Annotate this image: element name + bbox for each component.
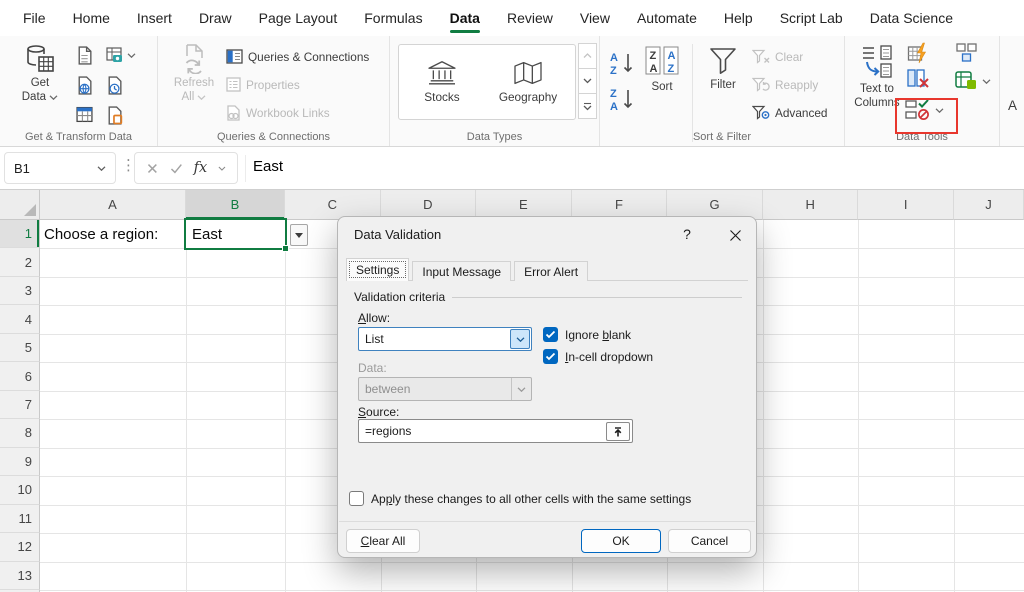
clear-all-button[interactable]: Clear All <box>346 529 420 553</box>
help-button[interactable]: ? <box>678 225 696 243</box>
dialog-title: Data Validation <box>354 227 441 242</box>
source-input[interactable]: =regions <box>358 419 633 443</box>
clear-all-label: Clear All <box>361 534 406 548</box>
row-header-3[interactable]: 3 <box>0 277 40 305</box>
allow-value: List <box>359 332 510 346</box>
row-header-6[interactable]: 6 <box>0 362 40 390</box>
gridline <box>40 590 1024 591</box>
ok-button[interactable]: OK <box>581 529 661 553</box>
allow-combobox[interactable]: List <box>358 327 532 351</box>
row-header-7[interactable]: 7 <box>0 391 40 419</box>
chevron-down-icon <box>517 387 526 392</box>
gridline <box>763 220 764 592</box>
source-value: =regions <box>365 424 411 438</box>
row-header-2[interactable]: 2 <box>0 248 40 276</box>
gridline <box>858 220 859 592</box>
data-validation-dialog: Data Validation ? SettingsInput MessageE… <box>337 216 757 558</box>
apply-to-all-checkbox[interactable] <box>349 491 364 506</box>
data-value: between <box>359 382 511 396</box>
ok-label: OK <box>612 534 629 548</box>
gridline <box>285 220 286 592</box>
source-label: Source: <box>358 405 399 419</box>
row-header-9[interactable]: 9 <box>0 448 40 476</box>
apply-to-all-option[interactable]: Apply these changes to all other cells w… <box>349 491 691 506</box>
fill-handle[interactable] <box>282 245 289 252</box>
row-header-1[interactable]: 1 <box>0 220 40 248</box>
cell-b1-selected[interactable]: East <box>184 218 287 250</box>
cancel-label: Cancel <box>691 534 728 548</box>
in-cell-dropdown-label: In-cell dropdown <box>565 350 653 364</box>
tab-error-alert[interactable]: Error Alert <box>514 261 588 281</box>
close-button[interactable] <box>726 226 744 244</box>
tab-input-message[interactable]: Input Message <box>412 261 511 281</box>
data-validation-highlight-box <box>895 98 958 134</box>
section-title: Validation criteria <box>354 290 445 304</box>
row-header-11[interactable]: 11 <box>0 505 40 533</box>
column-header-a[interactable]: A <box>40 190 186 220</box>
column-header-h[interactable]: H <box>763 190 859 220</box>
chevron-down-icon <box>516 337 525 342</box>
combo-arrow[interactable] <box>510 329 530 349</box>
cancel-button[interactable]: Cancel <box>668 529 751 553</box>
column-header-j[interactable]: J <box>954 190 1024 220</box>
collapse-dialog-button[interactable] <box>606 422 630 441</box>
gridline <box>954 220 955 592</box>
dialog-tabs: SettingsInput MessageError Alert <box>346 258 591 281</box>
section-rule <box>452 297 742 298</box>
footer-divider <box>339 521 755 522</box>
row-header-12[interactable]: 12 <box>0 533 40 561</box>
row-header-10[interactable]: 10 <box>0 476 40 504</box>
in-cell-dropdown-button[interactable] <box>290 224 308 246</box>
cell-b1-value: East <box>192 226 222 243</box>
data-label: Data: <box>358 361 387 375</box>
combo-arrow <box>511 378 531 400</box>
column-header-i[interactable]: I <box>858 190 954 220</box>
row-header-4[interactable]: 4 <box>0 305 40 333</box>
allow-label: Allow: <box>358 311 390 325</box>
gridline <box>186 220 187 592</box>
collapse-arrow-icon <box>612 426 624 438</box>
column-header-b[interactable]: B <box>186 190 285 220</box>
ignore-blank-option[interactable]: Ignore blank <box>543 327 631 342</box>
in-cell-dropdown-option[interactable]: In-cell dropdown <box>543 349 653 364</box>
check-icon <box>545 352 556 361</box>
row-header-5[interactable]: 5 <box>0 334 40 362</box>
close-icon <box>729 229 742 242</box>
ignore-blank-checkbox[interactable] <box>543 327 558 342</box>
row-header-8[interactable]: 8 <box>0 419 40 447</box>
tab-settings[interactable]: Settings <box>346 258 409 281</box>
cell-a1[interactable]: Choose a region: <box>44 221 158 249</box>
gridline <box>40 562 1024 563</box>
ignore-blank-label: Ignore blank <box>565 328 631 342</box>
apply-to-all-label: Apply these changes to all other cells w… <box>371 492 691 506</box>
check-icon <box>545 330 556 339</box>
data-combobox: between <box>358 377 532 401</box>
excel-window: FileHomeInsertDrawPage LayoutFormulasDat… <box>0 0 1024 592</box>
in-cell-dropdown-checkbox[interactable] <box>543 349 558 364</box>
select-all-corner[interactable] <box>0 190 40 220</box>
row-header-13[interactable]: 13 <box>0 562 40 590</box>
